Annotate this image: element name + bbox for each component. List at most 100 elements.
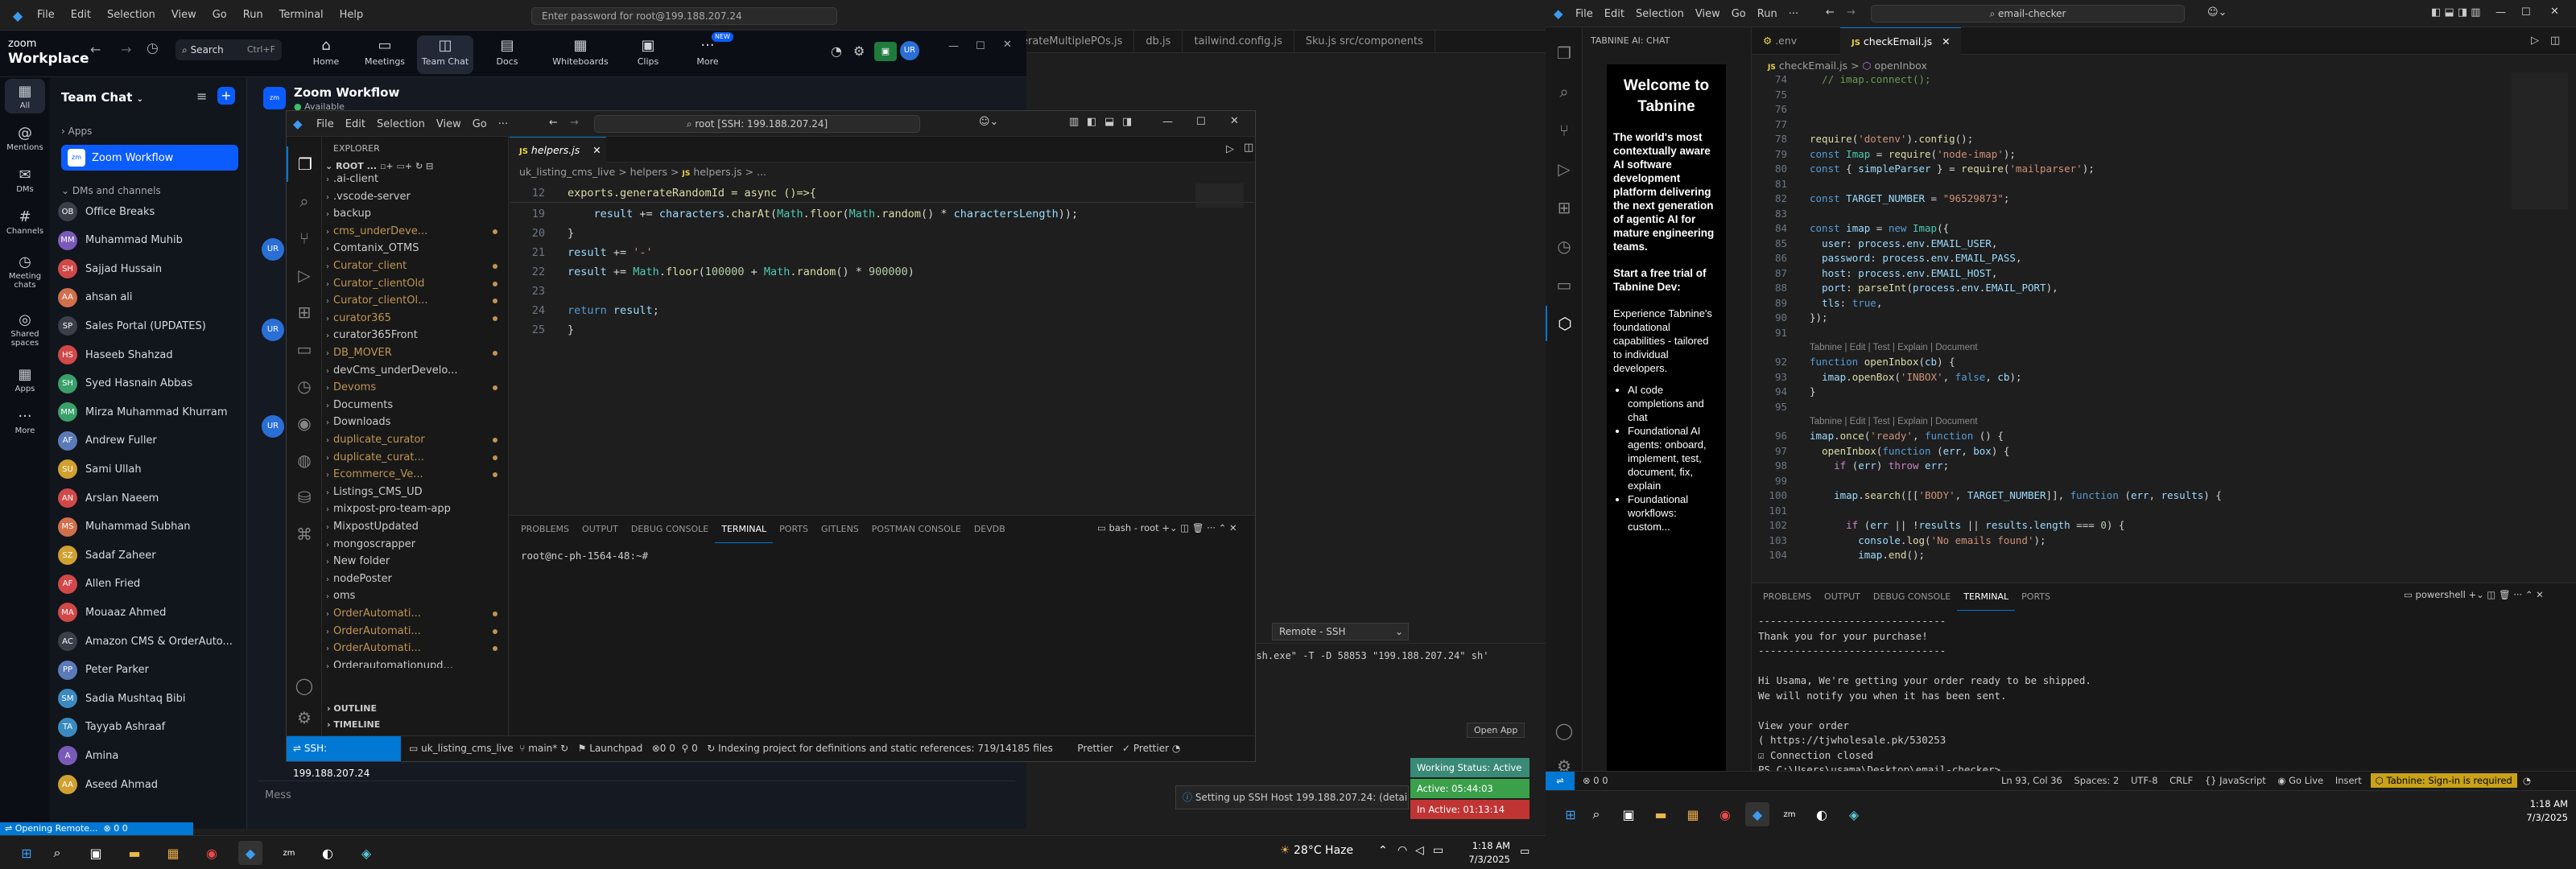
tree-folder[interactable]: › devCms_underDevelo... [322,362,509,380]
code-line[interactable]: 21 result += '-' [510,243,653,262]
nav-clips[interactable]: ▣ Clips [620,35,676,74]
selected-app-zoom-workflow[interactable]: zm Zoom Workflow [61,145,238,171]
close-icon[interactable]: ✕ [1229,522,1237,533]
tree-folder[interactable]: › Ecommerce_Ve... [322,466,509,484]
code-line[interactable]: 97 openInbox(function (err, box) { [1752,444,2009,459]
sync-icon[interactable]: ↻ [560,743,568,754]
code-line[interactable]: 76 [1752,102,1810,117]
run-debug-icon[interactable]: ▷ [287,257,322,293]
code-line[interactable]: 96 imap.once('ready', function () { [1752,429,2004,444]
code-line[interactable]: 84 const imap = new Imap({ [1752,221,1949,237]
tree-folder[interactable]: › duplicate_curat... [322,449,509,467]
tabnine-status[interactable]: ⬡ Tabnine: Sign-in is required [2370,773,2517,788]
code-line[interactable]: 81 [1752,177,1810,192]
code-line[interactable]: 104 imap.end(); [1752,548,1925,563]
panel-tab-terminal[interactable]: TERMINAL [715,516,774,543]
wifi-icon[interactable]: ◠ [1397,844,1407,857]
back-arrow-icon[interactable]: ← [549,117,558,129]
status-indent[interactable]: Spaces: 2 [2074,775,2119,786]
search-icon[interactable]: ⌕ [1584,802,1608,826]
clock[interactable]: 1:18 AM 7/3/2025 [1462,839,1510,867]
codelens[interactable]: Tabnine | Edit | Test | Explain | Docume… [1752,340,1978,355]
code-line[interactable]: 86 password: process.env.EMAIL_PASS, [1752,251,2022,266]
tree-folder[interactable]: › Comtanix_OTMS [322,240,509,257]
remote-indicator[interactable]: ⇌ SSH: 199.188.207.24 [287,736,401,779]
chat-list-item[interactable]: AF Allen Fried [58,570,243,598]
status-language[interactable]: {} JavaScript [2205,775,2266,786]
history-icon[interactable]: ◷ [147,40,159,56]
panel-tab-output[interactable]: OUTPUT [576,516,625,543]
status-ports[interactable]: 0 [691,743,698,754]
code-line[interactable]: 92 function openInbox(cb) { [1752,355,1955,370]
tree-folder[interactable]: › oms [322,587,509,605]
menu-edit[interactable]: Edit [340,112,371,138]
panel-tab-ports[interactable]: PORTS [2015,583,2057,611]
tree-folder[interactable]: › cms_underDeve... [322,223,509,241]
chat-list-item[interactable]: OB Office Breaks [58,198,243,225]
filter-icon[interactable]: ≡ [196,89,207,104]
menu-file[interactable]: File [1570,1,1599,28]
breadcrumb-item[interactable]: openInbox [1874,60,1926,72]
run-icon[interactable]: ▷ [2531,35,2539,47]
nav-whiteboards[interactable]: ▦ Whiteboards [550,35,611,74]
status-go-live[interactable]: Go Live [2289,775,2323,786]
chat-list-item[interactable]: HS Haseeb Shahzad [58,341,243,369]
minimize-icon[interactable]: — [948,40,959,52]
bell-icon[interactable]: ◔ [831,43,842,59]
minimap[interactable] [1195,183,1244,208]
source-control-icon[interactable]: ⑂ [287,220,322,256]
status-folder[interactable]: uk_listing_cms_live [421,743,513,754]
code-line[interactable]: 103 console.log('No emails found'); [1752,533,2046,549]
bg-menu-run[interactable]: Run [235,0,271,31]
tree-folder[interactable]: › curator365 [322,310,509,327]
status-problems[interactable]: 0 0 [660,743,675,754]
nav-home[interactable]: ⌂ Home [298,35,354,74]
tabnine-icon[interactable]: ⬡ [1546,306,1583,341]
code-line[interactable]: 90}); [1752,311,1828,326]
bg-command-center[interactable]: Enter password for root@199.188.207.24 [531,7,837,25]
remote-explorer-icon[interactable]: ▭ [1546,267,1583,303]
codelens[interactable]: Tabnine | Edit | Test | Explain | Docume… [1752,414,1978,429]
code-line[interactable]: 94} [1752,385,1816,400]
status-prettier[interactable]: Prettier [1077,743,1113,754]
search-icon[interactable]: ⌕ [287,183,322,219]
breadcrumb-item[interactable]: uk_listing_cms_live [519,166,615,178]
maximize-icon[interactable]: ☐ [976,40,985,52]
zoom-taskbar-icon[interactable]: zm [277,841,301,865]
close-icon[interactable]: ✕ [1230,115,1239,127]
chat-list-item[interactable]: SU Sami Ullah [58,455,243,483]
status-insert-mode[interactable]: Insert [2335,775,2362,786]
status-cursor-position[interactable]: Ln 93, Col 36 [2001,775,2062,786]
code-line[interactable]: 95 [1752,400,1810,415]
menu-more[interactable]: ··· [1783,1,1804,28]
code-line[interactable]: 75 [1752,88,1810,103]
tree-folder[interactable]: › Curator_client [322,257,509,275]
maximize-icon[interactable]: ☐ [1196,116,1206,128]
code-line[interactable]: 19 result += characters.charAt(Math.floo… [510,204,1078,224]
chevron-up-icon[interactable]: ⌃ [1219,522,1227,533]
tree-folder[interactable]: › DB_MOVER [322,344,509,362]
menu-run[interactable]: Run [1752,1,1783,28]
code-line[interactable]: 93 imap.openBox('INBOX', false, cb); [1752,370,2022,385]
explorer-icon[interactable]: ❐ [287,146,322,182]
chrome-icon[interactable]: ◉ [200,841,224,865]
code-line[interactable]: 20} [510,224,574,243]
split-editor-icon[interactable]: ◫ [2550,35,2560,47]
code-line[interactable]: 101 [1752,504,1810,519]
run-debug-icon[interactable]: ▷ [1546,151,1583,187]
settings-icon[interactable]: ⚙ [853,43,865,59]
bg-menu-go[interactable]: Go [204,0,235,31]
open-app-button[interactable]: Open App [1467,723,1525,738]
tree-folder[interactable]: › backup [322,205,509,223]
copilot-icon[interactable]: ☺⌄ [979,116,998,128]
remote-indicator[interactable]: ⇌ [1546,772,1575,790]
bg-menu-file[interactable]: File [29,0,63,31]
zoom-taskbar-icon[interactable]: zm [1777,802,1802,826]
menu-go[interactable]: Go [467,112,493,138]
tree-folder[interactable]: › Devoms [322,379,509,397]
chat-list-item[interactable]: SM Sadia Mushtaq Bibi [58,685,243,712]
chat-list-item[interactable]: MM Mirza Muhammad Khurram [58,398,243,426]
layout-icon[interactable]: ◧ ⬓ ◨ ▥ [2431,6,2481,19]
menu-edit[interactable]: Edit [1599,1,1630,28]
panel-tab-terminal[interactable]: TERMINAL [1957,583,2016,611]
